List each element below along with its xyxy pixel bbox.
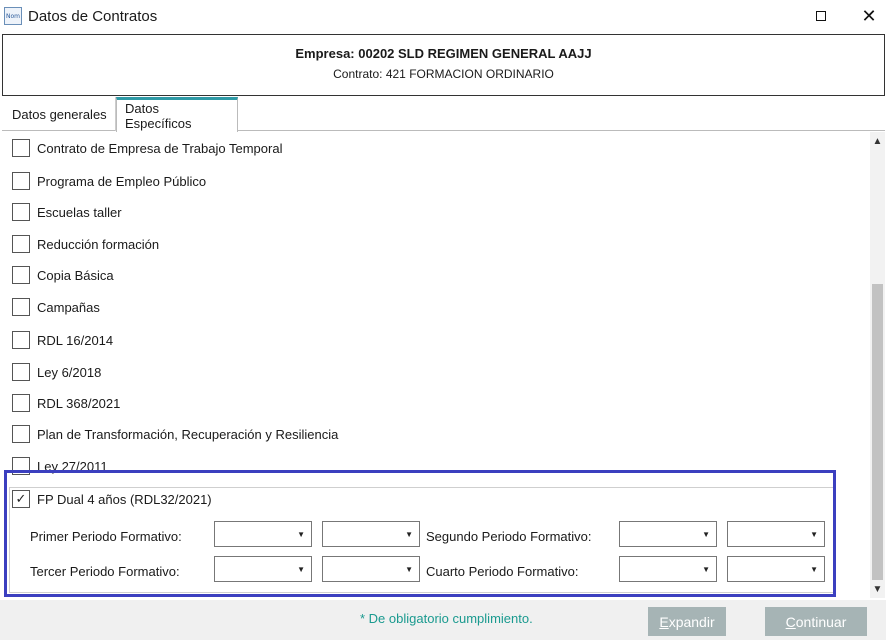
checkbox[interactable] [12,172,30,190]
scroll-up-icon[interactable]: ▲ [870,134,885,148]
contrato-label: Contrato: 421 FORMACION ORDINARIO [333,67,554,81]
required-note: * De obligatorio cumplimiento. [360,611,533,626]
checkbox[interactable] [12,139,30,157]
continuar-mnemonic: C [785,613,796,630]
tab-datos-generales[interactable]: Datos generales [4,97,116,131]
continuar-label: ontinuar [795,613,847,630]
expandir-button[interactable]: Expandir [648,607,726,636]
footer: * De obligatorio cumplimiento. Expandir … [0,600,886,640]
checkbox-row[interactable]: RDL 16/2014 [12,329,113,351]
checkbox-label: Copia Básica [37,267,114,283]
close-icon: ✕ [861,5,877,26]
checkbox-label: RDL 368/2021 [37,395,121,411]
vertical-scrollbar[interactable]: ▲ ▼ [870,132,885,598]
checkbox-label: RDL 16/2014 [37,332,114,348]
checkbox[interactable] [12,363,30,381]
checkbox-row[interactable]: Programa de Empleo Público [12,170,206,192]
checkbox-label: Escuelas taller [37,204,122,220]
scroll-down-icon[interactable]: ▼ [870,582,885,596]
checkbox-label: Ley 6/2018 [37,364,102,380]
window-title: Datos de Contratos [28,7,158,25]
checkbox-row[interactable]: Reducción formación [12,233,159,255]
contract-header: Empresa: 00202 SLD REGIMEN GENERAL AAJJ … [2,34,885,96]
checkbox[interactable] [12,394,30,412]
checkbox-label: Contrato de Empresa de Trabajo Temporal [37,140,283,156]
scrollbar-thumb[interactable] [872,284,883,580]
tab-bar: Datos generales Datos Específicos [2,97,885,132]
maximize-icon [816,11,826,21]
checkbox-row[interactable]: Ley 6/2018 [12,361,101,383]
checkbox-row[interactable]: Contrato de Empresa de Trabajo Temporal [12,137,282,159]
checkbox-label: Campañas [37,299,100,315]
checkbox-row[interactable]: Plan de Transformación, Recuperación y R… [12,423,338,445]
checkbox-label: Programa de Empleo Público [37,173,207,189]
checkbox[interactable] [12,203,30,221]
expandir-label: xpandir [668,613,715,630]
checkbox-row[interactable]: Copia Básica [12,264,114,286]
title-bar: Nom Datos de Contratos ✕ [0,0,886,32]
highlight-box [4,470,836,597]
checkbox[interactable] [12,298,30,316]
close-button[interactable]: ✕ [854,4,884,28]
checkbox[interactable] [12,425,30,443]
checkbox[interactable] [12,331,30,349]
expandir-mnemonic: E [659,613,669,630]
tab-datos-especificos[interactable]: Datos Específicos [116,97,238,132]
checkbox-label: Reducción formación [37,236,160,252]
empresa-label: Empresa: 00202 SLD REGIMEN GENERAL AAJJ [295,46,592,61]
checkbox-row[interactable]: Escuelas taller [12,201,122,223]
checkbox-row[interactable]: Campañas [12,296,100,318]
maximize-button[interactable] [806,4,836,28]
checkbox-row[interactable]: RDL 368/2021 [12,392,120,414]
checkbox-label: Plan de Transformación, Recuperación y R… [37,426,339,442]
checkbox[interactable] [12,266,30,284]
checkbox[interactable] [12,235,30,253]
app-icon: Nom [4,7,22,25]
continuar-button[interactable]: Continuar [765,607,867,636]
